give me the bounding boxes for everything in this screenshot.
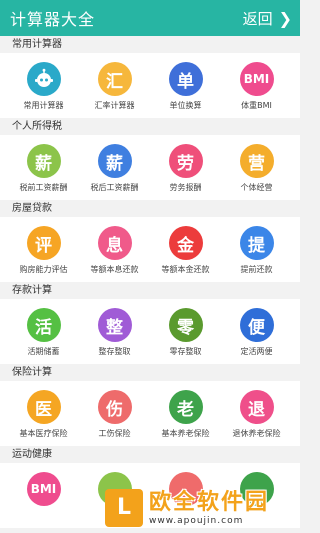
item-icon: 薪 [97, 144, 132, 178]
watermark-text: 欧全软件园 www.apoujin.com [149, 490, 269, 526]
calculator-item[interactable]: 常用计算器 [11, 62, 77, 111]
item-icon: BMI [26, 472, 61, 506]
calculator-item[interactable]: 活活期储蓄 [11, 308, 77, 357]
page-title: 计算器大全 [10, 10, 96, 29]
item-label: 整存整取 [98, 347, 131, 356]
calculator-item[interactable]: 单单位换算 [153, 62, 219, 111]
calculator-item[interactable]: 评购房能力评估 [11, 226, 77, 275]
calculator-item[interactable]: 医基本医疗保险 [11, 390, 77, 439]
section-title: 存款计算 [0, 282, 300, 299]
calculator-item[interactable]: 薪税前工资薪酬 [11, 144, 77, 193]
section-title: 房屋贷款 [0, 200, 300, 217]
item-label: 工伤保险 [98, 429, 131, 438]
item-label: 汇率计算器 [94, 101, 135, 110]
section-title: 保险计算 [0, 364, 300, 381]
item-label: 体重BMI [241, 101, 272, 110]
item-icon: 单 [168, 62, 203, 96]
back-button[interactable]: 返回 ❯ [243, 8, 292, 29]
calculator-item[interactable]: 伤工伤保险 [82, 390, 148, 439]
robot-icon [26, 62, 61, 96]
item-label: 等额本息还款 [90, 265, 139, 274]
watermark-url: www.apoujin.com [149, 515, 244, 526]
calculator-item[interactable]: 整整存整取 [82, 308, 148, 357]
watermark: L 欧全软件园 www.apoujin.com [105, 482, 300, 533]
item-label: 常用计算器 [23, 101, 64, 110]
calculator-item[interactable]: BMI 体重BMI [224, 62, 290, 111]
item-icon: 营 [239, 144, 274, 178]
section-title: 常用计算器 [0, 36, 300, 53]
calculator-item[interactable]: BMI [11, 472, 77, 510]
item-label: 等额本金还款 [161, 265, 210, 274]
calculator-item[interactable]: 老基本养老保险 [153, 390, 219, 439]
item-label: 定活两便 [240, 347, 273, 356]
item-label: 活期储蓄 [27, 347, 60, 356]
calculator-item[interactable]: 薪税后工资薪酬 [82, 144, 148, 193]
app-header: 计算器大全 返回 ❯ [0, 0, 300, 36]
item-label: 基本养老保险 [161, 429, 210, 438]
item-icon: 劳 [168, 144, 203, 178]
item-label: 税前工资薪酬 [19, 183, 68, 192]
item-icon: 便 [239, 308, 274, 342]
calculator-item[interactable]: 劳劳务报酬 [153, 144, 219, 193]
item-icon: 金 [168, 226, 203, 260]
item-icon: 息 [97, 226, 132, 260]
item-icon: 零 [168, 308, 203, 342]
item-icon: 薪 [26, 144, 61, 178]
item-label: 劳务报酬 [169, 183, 202, 192]
calculator-item[interactable]: 提提前还款 [224, 226, 290, 275]
item-icon: 活 [26, 308, 61, 342]
section-grid: 常用计算器汇汇率计算器单单位换算 BMI 体重BMI [0, 53, 300, 118]
calculator-sections: 常用计算器 常用计算器汇汇率计算器单单位换算 BMI 体重BMI 个人所得税薪税前工资薪… [0, 36, 300, 528]
calculator-item[interactable]: 金等额本金还款 [153, 226, 219, 275]
calculator-item[interactable]: 息等额本息还款 [82, 226, 148, 275]
calculator-item[interactable]: 零零存整取 [153, 308, 219, 357]
section-grid: 活活期储蓄整整存整取零零存整取便定活两便 [0, 299, 300, 364]
section-title: 个人所得税 [0, 118, 300, 135]
chevron-right-icon: ❯ [278, 8, 292, 28]
item-icon: 医 [26, 390, 61, 424]
item-label: 个体经营 [240, 183, 273, 192]
item-label: 购房能力评估 [19, 265, 68, 274]
item-icon: 提 [239, 226, 274, 260]
item-icon: 伤 [97, 390, 132, 424]
item-label: 单位换算 [169, 101, 202, 110]
item-icon: 老 [168, 390, 203, 424]
calculator-item[interactable]: 退退休养老保险 [224, 390, 290, 439]
item-label: 基本医疗保险 [19, 429, 68, 438]
item-icon: 评 [26, 226, 61, 260]
item-icon: 汇 [97, 62, 132, 96]
watermark-logo: L [105, 488, 143, 527]
item-label: 提前还款 [240, 265, 273, 274]
item-label: 税后工资薪酬 [90, 183, 139, 192]
section-grid: 评购房能力评估息等额本息还款金等额本金还款提提前还款 [0, 217, 300, 282]
item-icon: BMI [239, 62, 274, 96]
item-icon: 整 [97, 308, 132, 342]
back-label: 返回 [242, 9, 273, 28]
item-icon: 退 [239, 390, 274, 424]
calculator-item[interactable]: 便定活两便 [224, 308, 290, 357]
calculator-item[interactable]: 汇汇率计算器 [82, 62, 148, 111]
watermark-name: 欧全软件园 [149, 489, 270, 515]
item-label: 零存整取 [169, 347, 202, 356]
section-title: 运动健康 [0, 446, 300, 463]
calculator-item[interactable]: 营个体经营 [224, 144, 290, 193]
section-grid: 医基本医疗保险伤工伤保险老基本养老保险退退休养老保险 [0, 381, 300, 446]
section-grid: 薪税前工资薪酬薪税后工资薪酬劳劳务报酬营个体经营 [0, 135, 300, 200]
item-label: 退休养老保险 [232, 429, 281, 438]
